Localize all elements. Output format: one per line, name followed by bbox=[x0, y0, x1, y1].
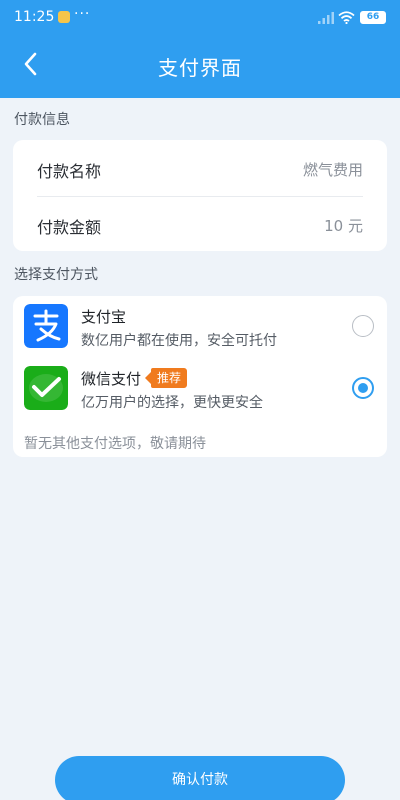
recommended-badge: 推荐 bbox=[144, 368, 188, 388]
payment-method-section-label: 选择支付方式 bbox=[14, 267, 98, 283]
wifi-icon bbox=[338, 11, 355, 24]
payment-amount-label: 付款金额 bbox=[37, 218, 102, 237]
payment-info-section-label: 付款信息 bbox=[14, 112, 70, 128]
payment-method-card: 支付宝 数亿用户都在使用，安全可托付 微信支付 推荐 亿万用户的选择，更快更安全… bbox=[13, 296, 387, 457]
alipay-radio[interactable] bbox=[352, 315, 374, 337]
header-bar: 11:25 ··· 66 支付界面 bbox=[0, 0, 400, 98]
page-title: 支付界面 bbox=[158, 56, 242, 80]
wechat-pay-name: 微信支付 bbox=[81, 370, 142, 388]
alipay-logo-icon bbox=[24, 304, 68, 348]
status-bar: 11:25 ··· 66 bbox=[0, 0, 400, 36]
payment-info-card: 付款名称 燃气费用 付款金额 10 元 bbox=[13, 140, 387, 251]
wechat-pay-radio[interactable] bbox=[352, 377, 374, 399]
status-time: 11:25 bbox=[14, 9, 55, 25]
payment-name-value: 燃气费用 bbox=[302, 161, 363, 179]
payment-name-row: 付款名称 燃气费用 bbox=[13, 140, 387, 196]
payment-amount-value: 10 元 bbox=[324, 217, 363, 235]
more-notifications-dots: ··· bbox=[74, 6, 91, 22]
alipay-option[interactable]: 支付宝 数亿用户都在使用，安全可托付 bbox=[13, 296, 387, 358]
wechat-pay-option[interactable]: 微信支付 推荐 亿万用户的选择，更快更安全 bbox=[13, 358, 387, 420]
notification-icon bbox=[58, 11, 70, 23]
signal-icon bbox=[318, 12, 334, 24]
alipay-name: 支付宝 bbox=[81, 308, 127, 326]
wechat-pay-logo-icon bbox=[24, 366, 68, 410]
wechat-pay-description: 亿万用户的选择，更快更安全 bbox=[81, 395, 263, 411]
payment-name-label: 付款名称 bbox=[37, 162, 102, 181]
confirm-payment-button[interactable]: 确认付款 bbox=[55, 756, 345, 800]
payment-screen: 11:25 ··· 66 支付界面 付款信息 付款名称 燃气费用 付款金额 10… bbox=[0, 0, 400, 800]
no-other-options-note: 暂无其他支付选项，敬请期待 bbox=[24, 436, 206, 452]
payment-amount-row: 付款金额 10 元 bbox=[13, 196, 387, 252]
battery-indicator: 66 bbox=[360, 11, 386, 24]
alipay-description: 数亿用户都在使用，安全可托付 bbox=[81, 333, 277, 349]
